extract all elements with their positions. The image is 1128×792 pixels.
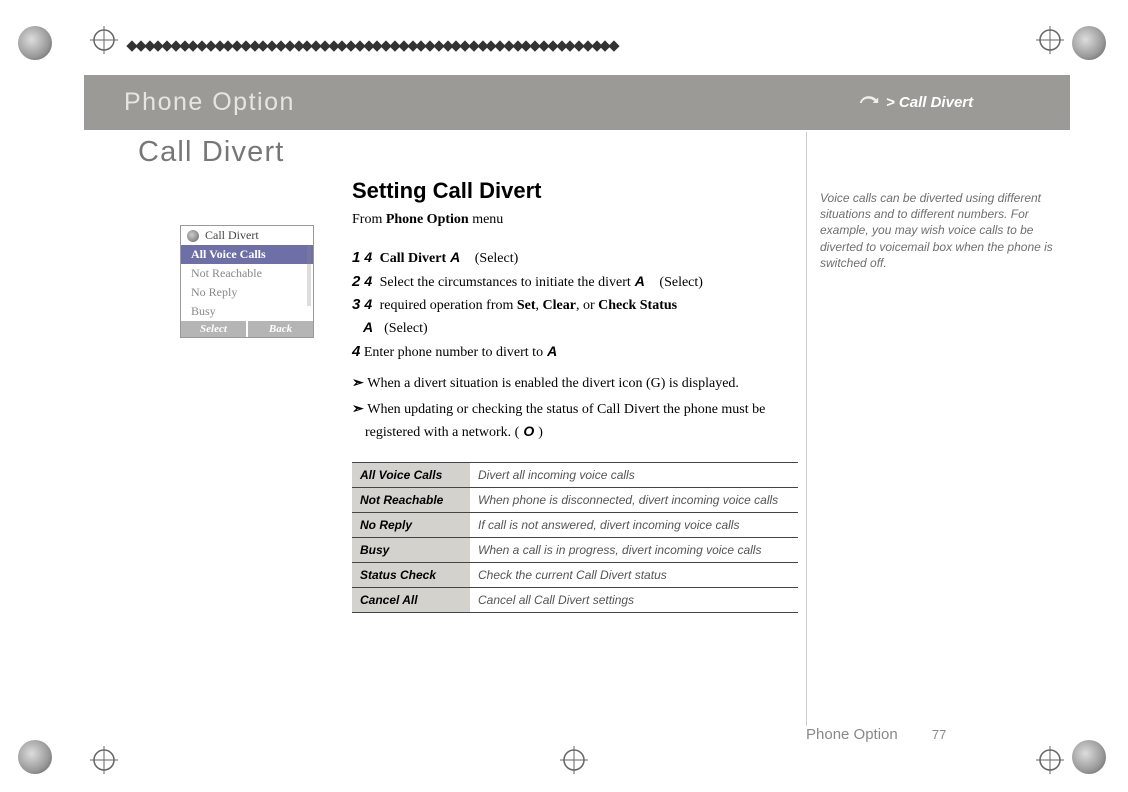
- note-1: ➣ When a divert situation is enabled the…: [352, 373, 798, 395]
- page-title: Call Divert: [138, 136, 285, 169]
- table-value: Check the current Call Divert status: [470, 562, 798, 587]
- registration-mark: [1072, 740, 1106, 774]
- table-value: If call is not answered, divert incoming…: [470, 512, 798, 537]
- phone-screenshot-title: Call Divert: [205, 228, 259, 243]
- table-row: No ReplyIf call is not answered, divert …: [352, 512, 798, 537]
- table-key: Cancel All: [352, 587, 470, 612]
- phone-screenshot-item: Not Reachable: [181, 264, 313, 283]
- main-content: Setting Call Divert From Phone Option me…: [352, 178, 798, 613]
- table-value: When a call is in progress, divert incom…: [470, 537, 798, 562]
- softkey-left: Select: [181, 321, 246, 337]
- phone-screenshot-scrollbar: [307, 246, 311, 306]
- footer-section: Phone Option: [806, 726, 898, 743]
- crop-mark: [1036, 746, 1064, 774]
- table-value: When phone is disconnected, divert incom…: [470, 487, 798, 512]
- from-line: From Phone Option menu: [352, 212, 798, 228]
- header-band: Phone Option > Call Divert: [0, 75, 1128, 130]
- header-right: > Call Divert: [850, 75, 1070, 130]
- phone-screenshot-title-row: Call Divert: [181, 226, 313, 245]
- side-note: Voice calls can be diverted using differ…: [820, 190, 1058, 271]
- table-key: Status Check: [352, 562, 470, 587]
- page-number: 77: [932, 727, 946, 742]
- step-3: 34 required operation from Set, Clear, o…: [352, 293, 798, 339]
- phone-screenshot-item: Busy: [181, 302, 313, 321]
- divert-icon: [187, 230, 199, 242]
- registration-mark: [18, 26, 52, 60]
- crop-mark: [560, 746, 588, 774]
- breadcrumb: > Call Divert: [880, 94, 973, 111]
- call-divert-icon: [858, 92, 880, 114]
- table-row: All Voice CallsDivert all incoming voice…: [352, 462, 798, 487]
- header-left: Phone Option: [84, 75, 850, 130]
- phone-screenshot-item-selected: All Voice Calls: [181, 245, 313, 264]
- step-4: 4 Enter phone number to divert toA: [352, 340, 798, 364]
- table-row: Cancel AllCancel all Call Divert setting…: [352, 587, 798, 612]
- table-value: Cancel all Call Divert settings: [470, 587, 798, 612]
- diamond-icon: [608, 40, 619, 51]
- table-row: Not ReachableWhen phone is disconnected,…: [352, 487, 798, 512]
- registration-mark: [1072, 26, 1106, 60]
- step-1: 14 Call DivertA (Select): [352, 246, 798, 270]
- table-row: Status CheckCheck the current Call Diver…: [352, 562, 798, 587]
- registration-mark: [18, 740, 52, 774]
- crop-mark: [90, 746, 118, 774]
- table-key: No Reply: [352, 512, 470, 537]
- table-value: Divert all incoming voice calls: [470, 462, 798, 487]
- footer: Phone Option 77: [806, 726, 1066, 743]
- table-row: BusyWhen a call is in progress, divert i…: [352, 537, 798, 562]
- phone-screenshot-item: No Reply: [181, 283, 313, 302]
- table-key: Busy: [352, 537, 470, 562]
- section-title: Phone Option: [84, 88, 295, 117]
- phone-screenshot: Call Divert All Voice Calls Not Reachabl…: [180, 225, 314, 338]
- steps-list: 14 Call DivertA (Select) 24 Select the c…: [352, 246, 798, 363]
- section-heading: Setting Call Divert: [352, 178, 798, 204]
- note-2: ➣ When updating or checking the status o…: [352, 399, 798, 443]
- softkey-right: Back: [248, 321, 313, 337]
- step-2: 24 Select the circumstances to initiate …: [352, 270, 798, 294]
- table-key: All Voice Calls: [352, 462, 470, 487]
- crop-mark: [1036, 26, 1064, 54]
- notes-list: ➣ When a divert situation is enabled the…: [352, 373, 798, 443]
- ornament-diamond-row: [128, 36, 618, 56]
- divert-options-table: All Voice CallsDivert all incoming voice…: [352, 462, 798, 613]
- crop-mark: [90, 26, 118, 54]
- vertical-divider: [806, 132, 807, 726]
- phone-screenshot-softkeys: Select Back: [181, 321, 313, 337]
- table-key: Not Reachable: [352, 487, 470, 512]
